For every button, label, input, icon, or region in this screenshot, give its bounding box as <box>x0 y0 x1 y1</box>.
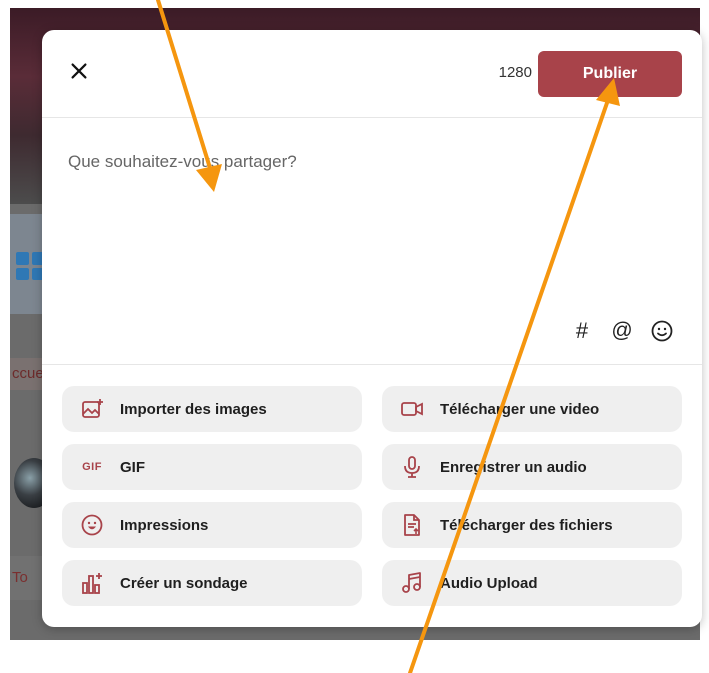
background-row-text: To <box>12 569 28 586</box>
audio-upload-button[interactable]: Audio Upload <box>382 560 682 606</box>
record-audio-label: Enregistrer un audio <box>440 458 587 476</box>
mention-button[interactable]: @ <box>610 318 634 344</box>
emoji-icon <box>651 320 673 342</box>
post-text-input[interactable] <box>68 142 668 182</box>
poll-chart-icon <box>80 571 104 595</box>
microphone-icon <box>400 455 424 479</box>
upload-video-label: Télécharger une video <box>440 400 600 418</box>
gif-button[interactable]: GIF GIF <box>62 444 362 490</box>
character-counter: 1280 <box>498 64 532 81</box>
video-camera-icon <box>400 397 424 421</box>
emoji-button[interactable] <box>650 318 674 344</box>
grid-icon <box>16 252 44 280</box>
create-poll-button[interactable]: Créer un sondage <box>62 560 362 606</box>
file-upload-icon <box>400 513 424 537</box>
impressions-label: Impressions <box>120 516 209 534</box>
image-upload-icon <box>80 397 104 421</box>
header-divider <box>42 117 702 118</box>
audio-upload-label: Audio Upload <box>440 574 538 592</box>
close-icon <box>71 63 87 79</box>
upload-video-button[interactable]: Télécharger une video <box>382 386 682 432</box>
close-button[interactable] <box>68 60 94 86</box>
hashtag-icon: # <box>575 318 589 343</box>
gif-icon: GIF <box>80 455 104 479</box>
upload-files-label: Télécharger des fichiers <box>440 516 613 534</box>
create-poll-label: Créer un sondage <box>120 574 248 592</box>
gif-icon-text: GIF <box>82 461 102 473</box>
smiley-icon <box>80 513 104 537</box>
create-post-modal: 1280 Publier # @ Importer des images <box>42 30 702 627</box>
upload-files-button[interactable]: Télécharger des fichiers <box>382 502 682 548</box>
composer-tools: # @ <box>570 318 674 344</box>
hashtag-button[interactable]: # <box>570 318 594 344</box>
tools-divider <box>42 364 702 365</box>
music-note-icon <box>400 571 424 595</box>
publish-button[interactable]: Publier <box>538 51 682 97</box>
gif-label: GIF <box>120 458 145 476</box>
record-audio-button[interactable]: Enregistrer un audio <box>382 444 682 490</box>
impressions-button[interactable]: Impressions <box>62 502 362 548</box>
import-images-label: Importer des images <box>120 400 267 418</box>
attachment-actions: Importer des images Télécharger une vide… <box>62 386 682 606</box>
mention-icon: @ <box>611 319 633 342</box>
import-images-button[interactable]: Importer des images <box>62 386 362 432</box>
